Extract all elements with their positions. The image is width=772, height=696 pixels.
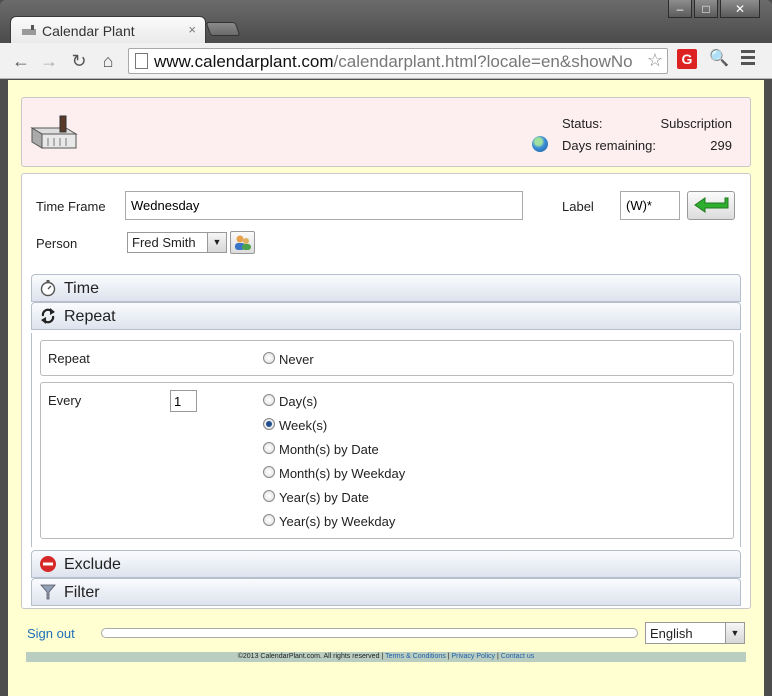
sign-out-link[interactable]: Sign out — [27, 626, 75, 641]
radio-years-by-weekday[interactable] — [263, 514, 275, 526]
maximize-button[interactable]: □ — [694, 0, 718, 18]
chevron-down-icon[interactable]: ▼ — [725, 623, 744, 643]
filter-funnel-icon — [40, 584, 56, 600]
contact-link[interactable]: Contact us — [501, 653, 534, 660]
repeat-icon — [41, 308, 55, 324]
status-value: Subscription — [660, 116, 732, 131]
status-header: Status: Subscription Days remaining: 299 — [21, 97, 751, 167]
radio-years-by-weekday-label: Year(s) by Weekday — [279, 514, 396, 529]
tab-strip: Calendar Plant × – □ ✕ — [0, 0, 772, 44]
person-label: Person — [36, 236, 78, 251]
chevron-down-icon[interactable]: ▼ — [207, 233, 226, 252]
tab-close-icon[interactable]: × — [188, 22, 196, 37]
event-form: Time Frame Label Person Fred Smith ▼ — [21, 173, 751, 609]
factory-logo-icon — [30, 115, 78, 149]
days-remaining-value: 299 — [710, 138, 732, 153]
new-tab-button[interactable] — [205, 22, 241, 36]
browser-window: Calendar Plant × – □ ✕ ← → ↻ ⌂ www.calen… — [0, 0, 772, 696]
globe-icon — [532, 136, 548, 152]
section-exclude-header[interactable]: Exclude — [31, 550, 741, 578]
section-filter-title: Filter — [64, 584, 100, 601]
bookmark-star-icon[interactable]: ☆ — [647, 50, 663, 71]
window-controls: – □ ✕ — [668, 0, 760, 18]
radio-months-by-weekday-label: Month(s) by Weekday — [279, 466, 406, 481]
copyright-text: ©2013 CalendarPlant.com. All rights rese… — [237, 653, 380, 660]
url-text[interactable]: www.calendarplant.com/calendarplant.html… — [154, 52, 644, 72]
radio-never[interactable] — [263, 352, 275, 364]
footer: ©2013 CalendarPlant.com. All rights rese… — [26, 652, 746, 662]
language-select[interactable]: English ▼ — [645, 622, 745, 644]
radio-years-by-date[interactable] — [263, 490, 275, 502]
radio-months-by-date-label: Month(s) by Date — [279, 442, 379, 457]
radio-months-by-weekday[interactable] — [263, 466, 275, 478]
privacy-link[interactable]: Privacy Policy — [451, 653, 495, 660]
progress-bar — [101, 628, 638, 638]
radio-days-label: Day(s) — [279, 394, 318, 409]
back-icon[interactable]: ← — [10, 50, 32, 72]
time-frame-input[interactable] — [125, 191, 523, 220]
section-time-title: Time — [64, 280, 99, 297]
factory-favicon-icon — [22, 25, 36, 35]
address-bar[interactable]: www.calendarplant.com/calendarplant.html… — [128, 48, 668, 74]
browser-toolbar: ← → ↻ ⌂ www.calendarplant.com/calendarpl… — [0, 43, 772, 79]
section-repeat-title: Repeat — [64, 308, 116, 325]
stopwatch-icon — [40, 280, 56, 297]
reload-icon[interactable]: ↻ — [68, 50, 90, 72]
person-selected-value: Fred Smith — [132, 235, 196, 250]
people-icon — [235, 235, 251, 250]
minimize-button[interactable]: – — [668, 0, 692, 18]
section-filter-header[interactable]: Filter — [31, 578, 741, 606]
person-select[interactable]: Fred Smith ▼ — [127, 232, 227, 253]
every-label: Every — [48, 393, 82, 408]
extension-g-icon[interactable]: G — [677, 49, 697, 69]
language-selected-value: English — [650, 626, 693, 641]
every-count-input[interactable] — [170, 390, 197, 412]
radio-weeks-label: Week(s) — [279, 418, 328, 433]
time-frame-label: Time Frame — [36, 199, 106, 214]
radio-never-label: Never — [279, 352, 314, 367]
close-window-button[interactable]: ✕ — [720, 0, 760, 18]
label-label: Label — [562, 199, 594, 214]
tab-title: Calendar Plant — [42, 23, 135, 39]
label-input[interactable] — [620, 191, 680, 220]
no-entry-icon — [40, 556, 56, 572]
page-icon — [135, 53, 148, 69]
home-icon[interactable]: ⌂ — [97, 50, 119, 72]
terms-link[interactable]: Terms & Conditions — [385, 653, 446, 660]
status-label: Status: — [562, 116, 603, 131]
radio-years-by-date-label: Year(s) by Date — [279, 490, 369, 505]
radio-months-by-date[interactable] — [263, 442, 275, 454]
forward-icon[interactable]: → — [38, 50, 60, 72]
extension-search-icon[interactable]: 🔍 — [709, 48, 729, 68]
repeat-label: Repeat — [48, 351, 90, 366]
browser-tab[interactable]: Calendar Plant × — [10, 16, 206, 44]
people-button[interactable] — [230, 231, 255, 254]
browser-menu-icon[interactable] — [741, 50, 755, 68]
page: Status: Subscription Days remaining: 299… — [8, 80, 764, 696]
enter-arrow-icon — [694, 197, 729, 213]
repeat-every-group: Every Day(s) Week(s) Month(s) by Date Mo… — [40, 382, 734, 539]
section-repeat-header[interactable]: Repeat — [31, 302, 741, 330]
days-remaining-label: Days remaining: — [562, 138, 656, 153]
apply-button[interactable] — [687, 191, 735, 220]
section-time-header[interactable]: Time — [31, 274, 741, 302]
radio-days[interactable] — [263, 394, 275, 406]
radio-weeks[interactable] — [263, 418, 275, 430]
section-exclude-title: Exclude — [64, 556, 121, 573]
repeat-panel: Repeat Never Every Day(s) Week(s) Month(… — [31, 333, 741, 547]
repeat-never-group: Repeat Never — [40, 340, 734, 376]
